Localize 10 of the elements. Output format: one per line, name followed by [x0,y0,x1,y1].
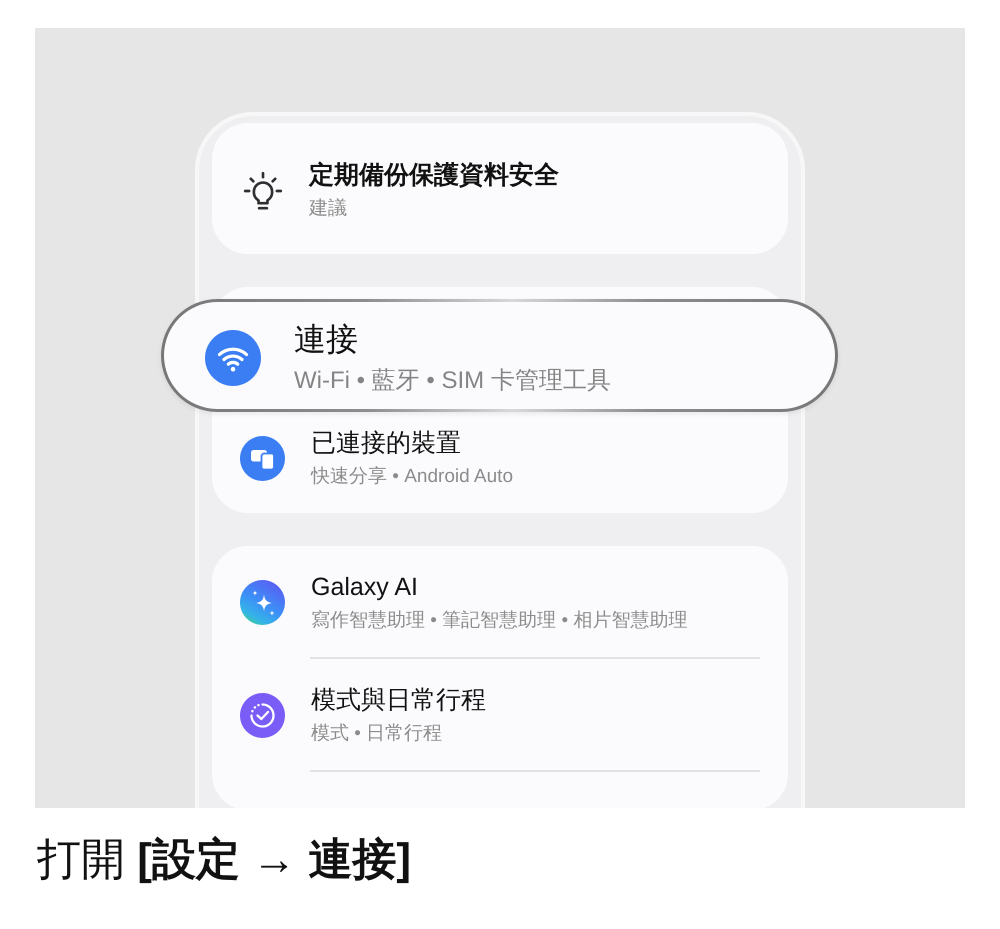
sparkle-icon [240,580,285,625]
settings-item[interactable]: 已連接的裝置 快速分享 • Android Auto [212,412,788,513]
settings-item[interactable]: Galaxy AI 寫作智慧助理 • 筆記智慧助理 • 相片智慧助理 [212,546,788,657]
devices-icon [240,436,285,481]
settings-item[interactable]: 模式與日常行程 模式 • 日常行程 [212,659,788,770]
suggestion-card[interactable]: 定期備份保護資料安全 建議 [212,123,788,254]
check-circle-icon [240,693,285,738]
lightbulb-icon [243,170,283,210]
wifi-icon [205,330,261,386]
caption: 打開 [設定 → 連接] [37,834,411,886]
